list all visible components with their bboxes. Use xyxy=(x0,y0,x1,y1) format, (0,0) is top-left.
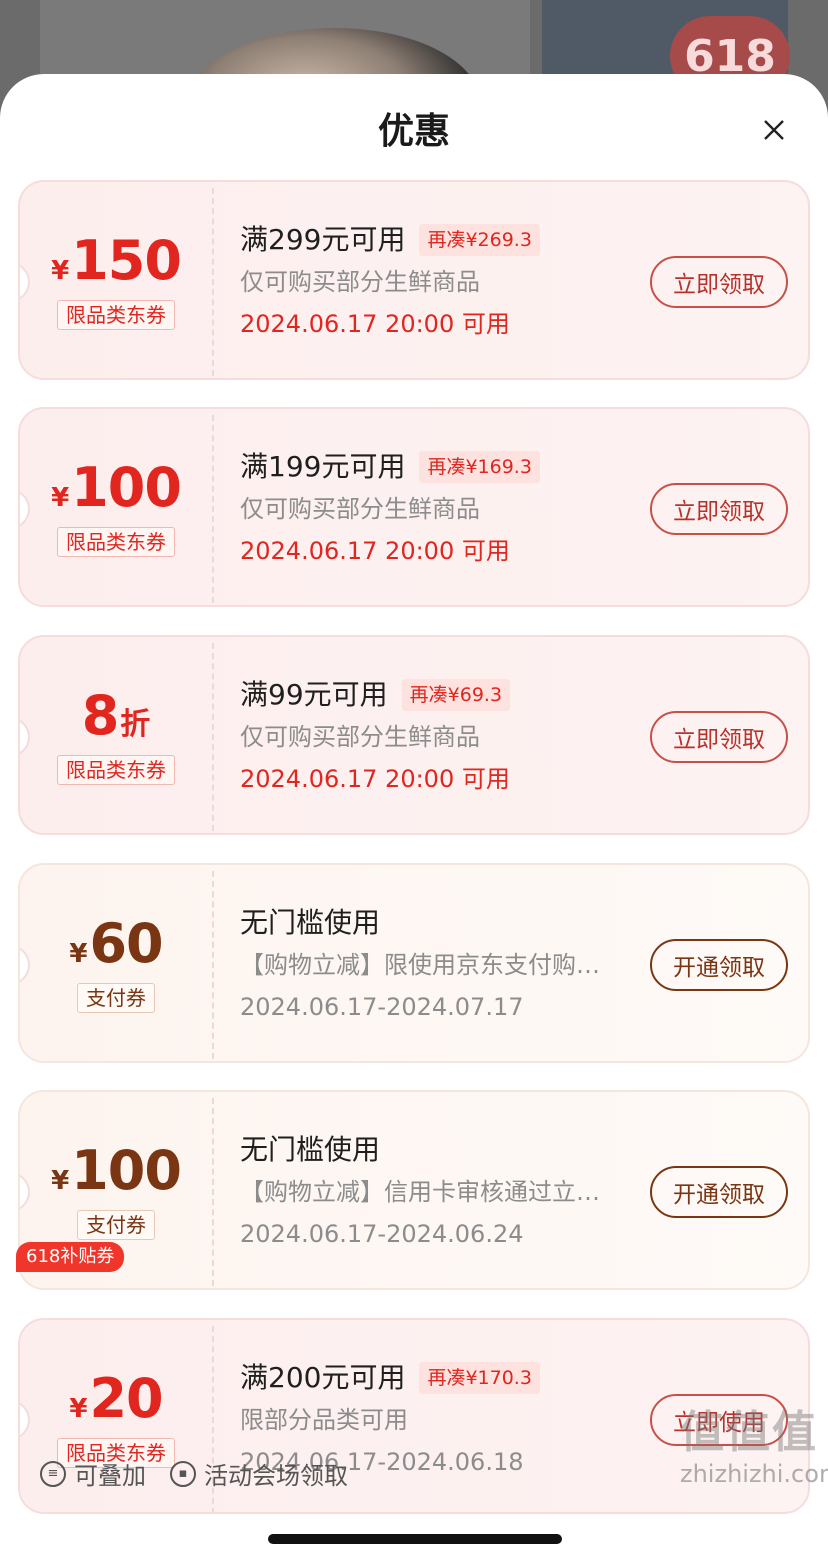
coupon-date: 2024.06.17 20:00 可用 xyxy=(240,310,510,338)
condition-text: 满199元可用 xyxy=(240,450,406,483)
coupon-details: 满199元可用 再凑¥169.3 仅可购买部分生鲜商品 2024.06.17 2… xyxy=(240,447,640,569)
coupon-value: ¥ 100 限品类东券 xyxy=(20,409,212,605)
coupon-amount: ¥ 100 xyxy=(51,1139,182,1202)
coupon-description: 【购物立减】限使用京东支付购… xyxy=(240,951,600,979)
coupon-card: ¥ 100 支付券 无门槛使用 【购物立减】信用卡审核通过立… 2024.06.… xyxy=(18,1090,810,1290)
amount-value: 8 xyxy=(81,684,120,747)
currency-symbol: ¥ xyxy=(69,939,88,969)
coupon-condition: 满99元可用 再凑¥69.3 xyxy=(240,675,640,715)
stack-icon: ≡ xyxy=(40,1460,66,1487)
coupon-details: 满299元可用 再凑¥269.3 仅可购买部分生鲜商品 2024.06.17 2… xyxy=(240,220,640,342)
watermark-site: zhizhizhi.com xyxy=(680,1460,828,1488)
condition-text: 满200元可用 xyxy=(240,1361,406,1394)
legend-stackable: ≡ 可叠加 xyxy=(40,1456,146,1491)
remaining-amount-badge: 再凑¥269.3 xyxy=(419,224,540,256)
condition-text: 无门槛使用 xyxy=(240,906,381,939)
coupon-date: 2024.06.17 20:00 可用 xyxy=(240,537,510,565)
coupon-condition: 无门槛使用 xyxy=(240,903,640,943)
coupon-date: 2024.06.17 20:00 可用 xyxy=(240,765,510,793)
coupon-date: 2024.06.17-2024.06.24 xyxy=(240,1220,524,1248)
dashed-divider xyxy=(212,1098,214,1286)
coupon-card: 8 折 限品类东券 满99元可用 再凑¥69.3 仅可购买部分生鲜商品 2024… xyxy=(18,635,810,835)
activate-claim-button[interactable]: 开通领取 xyxy=(650,1166,788,1218)
coupon-description: 限部分品类可用 xyxy=(240,1406,408,1434)
home-indicator[interactable] xyxy=(268,1534,562,1544)
condition-text: 满99元可用 xyxy=(240,678,388,711)
dashed-divider xyxy=(212,415,214,603)
claim-button[interactable]: 立即领取 xyxy=(650,483,788,535)
legend-stackable-label: 可叠加 xyxy=(74,1462,146,1490)
coupon-condition: 满199元可用 再凑¥169.3 xyxy=(240,447,640,487)
condition-text: 满299元可用 xyxy=(240,223,406,256)
sheet-title: 优惠 xyxy=(377,111,450,152)
amount-value: 100 xyxy=(71,456,182,519)
coupon-type-tag: 支付券 xyxy=(77,1210,155,1240)
remaining-amount-badge: 再凑¥69.3 xyxy=(401,679,511,711)
coupon-details: 无门槛使用 【购物立减】信用卡审核通过立… 2024.06.17-2024.06… xyxy=(240,1130,640,1252)
legend-venue-label: 活动会场领取 xyxy=(204,1462,348,1490)
dashed-divider xyxy=(212,188,214,376)
currency-symbol: ¥ xyxy=(69,1394,88,1424)
coupon-condition: 无门槛使用 xyxy=(240,1130,640,1170)
coupon-card: ¥ 150 限品类东券 满299元可用 再凑¥269.3 仅可购买部分生鲜商品 … xyxy=(18,180,810,380)
coupon-description: 【购物立减】信用卡审核通过立… xyxy=(240,1178,600,1206)
legend-venue: ▪ 活动会场领取 xyxy=(170,1456,348,1491)
coupon-card: ¥ 60 支付券 无门槛使用 【购物立减】限使用京东支付购… 2024.06.1… xyxy=(18,863,810,1063)
coupon-amount: ¥ 60 xyxy=(69,912,163,975)
coupon-amount: ¥ 150 xyxy=(51,229,182,292)
coupon-details: 无门槛使用 【购物立减】限使用京东支付购… 2024.06.17-2024.07… xyxy=(240,903,640,1025)
claim-button[interactable]: 立即领取 xyxy=(650,256,788,308)
coupon-date: 2024.06.17-2024.07.17 xyxy=(240,993,524,1021)
coupon-type-tag: 支付券 xyxy=(77,983,155,1013)
remaining-amount-badge: 再凑¥169.3 xyxy=(419,451,540,483)
coupon-value: ¥ 150 限品类东券 xyxy=(20,182,212,378)
coupon-value: 8 折 限品类东券 xyxy=(20,637,212,833)
currency-symbol: ¥ xyxy=(51,483,70,513)
coupon-condition: 满299元可用 再凑¥269.3 xyxy=(240,220,640,260)
coupon-type-tag: 限品类东券 xyxy=(57,527,175,557)
coupon-type-tag: 限品类东券 xyxy=(57,300,175,330)
coupon-description: 仅可购买部分生鲜商品 xyxy=(240,723,480,751)
coupon-description: 仅可购买部分生鲜商品 xyxy=(240,495,480,523)
ticket-icon: ▪ xyxy=(170,1460,196,1487)
coupon-details: 满99元可用 再凑¥69.3 仅可购买部分生鲜商品 2024.06.17 20:… xyxy=(240,675,640,797)
coupon-value: ¥ 60 支付券 xyxy=(20,865,212,1061)
close-button[interactable] xyxy=(754,110,794,150)
amount-value: 20 xyxy=(89,1367,163,1430)
amount-value: 100 xyxy=(71,1139,182,1202)
watermark-logo: 值值值 xyxy=(680,1407,818,1458)
watermark: 值值值 zhizhizhi.com xyxy=(680,1407,828,1488)
coupon-condition: 满200元可用 再凑¥170.3 xyxy=(240,1358,640,1398)
amount-value: 150 xyxy=(71,229,182,292)
subsidy-ribbon: 618补贴券 xyxy=(16,1242,125,1272)
amount-value: 60 xyxy=(89,912,163,975)
discount-unit: 折 xyxy=(120,707,151,742)
dashed-divider xyxy=(212,643,214,831)
remaining-amount-badge: 再凑¥170.3 xyxy=(419,1362,540,1394)
condition-text: 无门槛使用 xyxy=(240,1133,381,1166)
coupon-amount: ¥ 20 xyxy=(69,1367,163,1430)
claim-button[interactable]: 立即领取 xyxy=(650,711,788,763)
coupon-amount: 8 折 xyxy=(82,689,151,743)
currency-symbol: ¥ xyxy=(51,256,70,286)
coupon-type-tag: 限品类东券 xyxy=(57,755,175,785)
dashed-divider xyxy=(212,871,214,1059)
coupon-card: ¥ 100 限品类东券 满199元可用 再凑¥169.3 仅可购买部分生鲜商品 … xyxy=(18,407,810,607)
currency-symbol: ¥ xyxy=(51,1166,70,1196)
activate-claim-button[interactable]: 开通领取 xyxy=(650,939,788,991)
coupon-description: 仅可购买部分生鲜商品 xyxy=(240,268,480,296)
close-icon xyxy=(764,120,784,140)
legend-bar: ≡ 可叠加 ▪ 活动会场领取 xyxy=(40,1456,372,1491)
coupon-amount: ¥ 100 xyxy=(51,456,182,519)
